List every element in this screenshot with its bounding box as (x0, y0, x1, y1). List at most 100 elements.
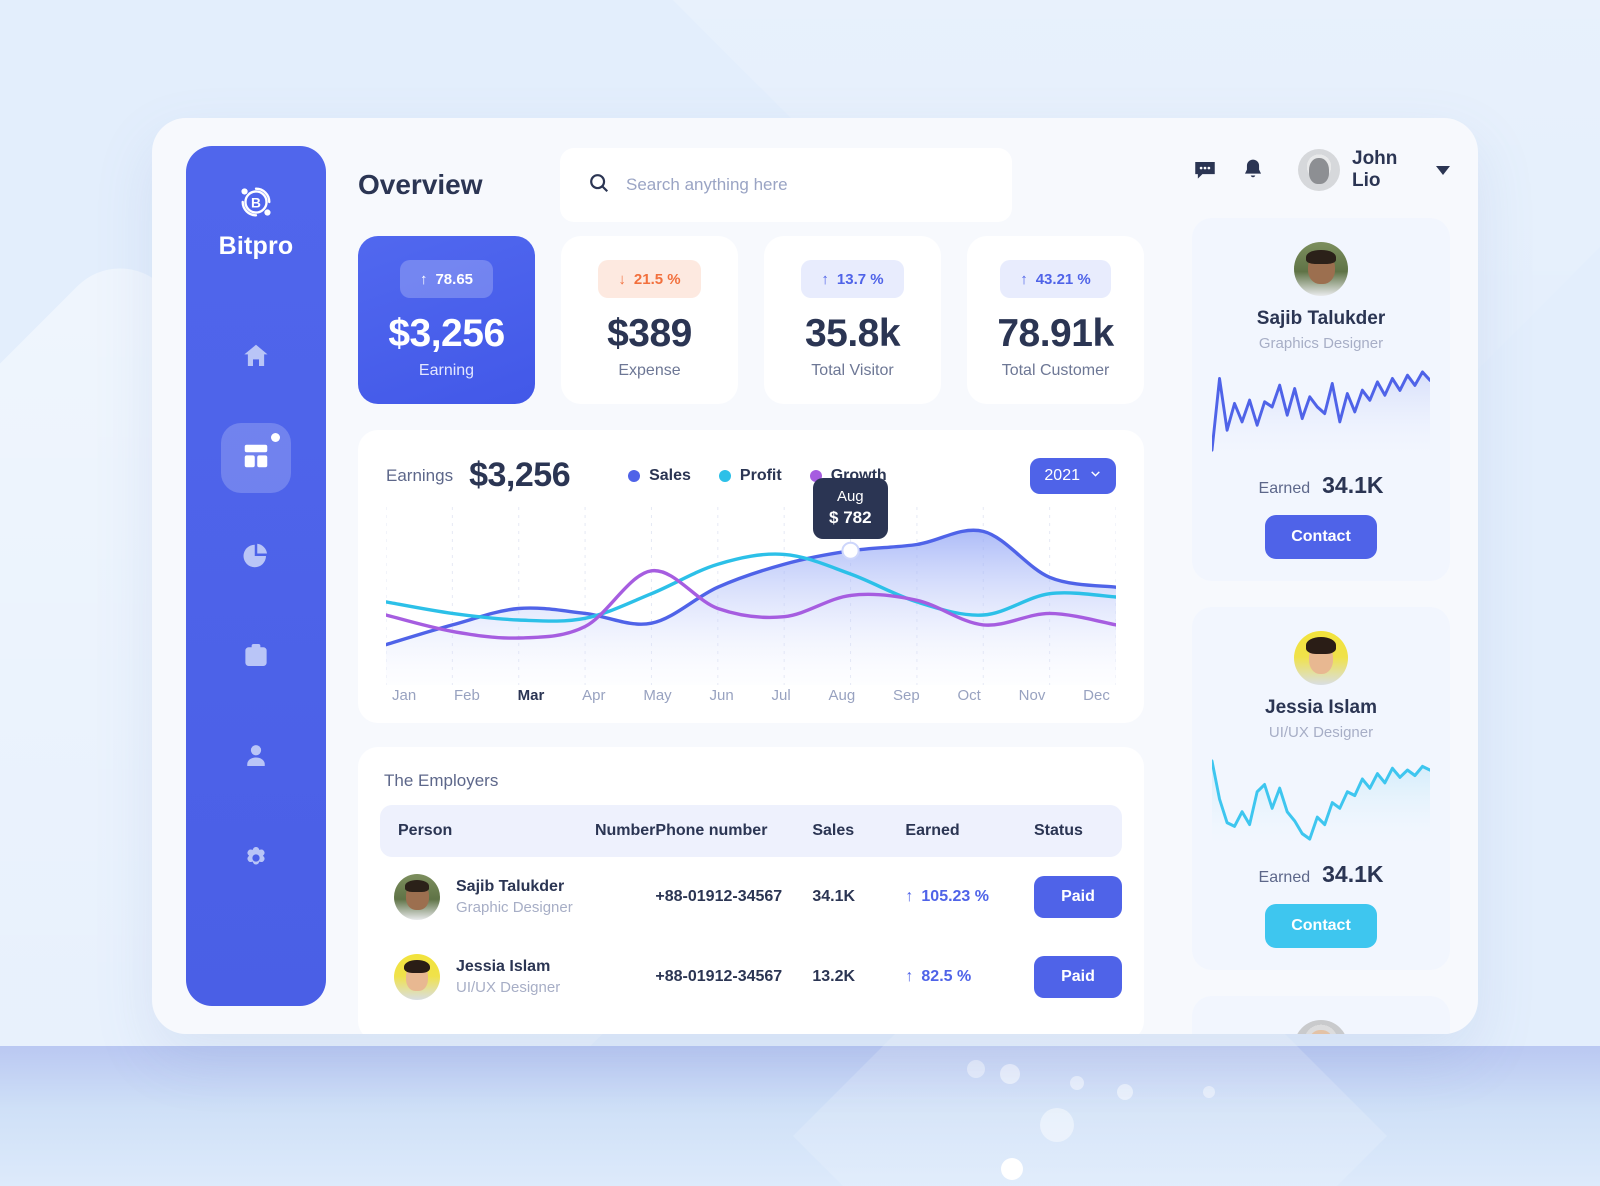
dashboard-icon (241, 441, 271, 476)
chart-x-label-dec: Dec (1083, 687, 1110, 704)
stat-value-total-visitor: 35.8k (804, 312, 901, 355)
year-selector[interactable]: 2021 (1030, 457, 1116, 494)
avatar (394, 874, 440, 920)
sidebar-item-dashboard[interactable] (221, 423, 291, 493)
column-sales: Sales (812, 822, 855, 839)
chart-marker-aug[interactable] (841, 541, 860, 560)
column-person: Person (398, 822, 453, 839)
tooltip-value: $ 782 (829, 508, 872, 528)
bitcoin-orbit-icon: B (234, 180, 278, 224)
legend-dot-sales (628, 469, 641, 482)
chart-plot-area: Aug $ 782 Jan Feb Mar Apr May Jun Jul Au… (386, 477, 1116, 713)
pie-chart-icon (241, 541, 271, 576)
sidebar-item-tasks[interactable] (221, 623, 291, 693)
legend-item-sales[interactable]: Sales (628, 467, 691, 485)
chart-label: Earnings (386, 465, 454, 485)
status-paid-button[interactable]: Paid (1034, 956, 1122, 998)
avatar (1294, 1020, 1348, 1034)
row-person-role: UI/UX Designer (456, 979, 561, 996)
arrow-up-icon: ↑ (905, 888, 914, 905)
home-icon (241, 341, 271, 376)
arrow-up-icon: ↑ (1020, 270, 1028, 288)
legend-dot-profit (718, 469, 731, 482)
search-input[interactable] (626, 175, 984, 195)
stat-card-total-customer[interactable]: ↑ 43.21 % 78.91k Total Customer (967, 236, 1144, 404)
row-sales: 13.2K (812, 968, 856, 985)
arrow-up-icon: ↑ (905, 968, 914, 985)
sidebar: B Bitpro (186, 146, 326, 1006)
chevron-down-icon (1089, 467, 1102, 485)
contact-button[interactable]: Contact (1265, 515, 1377, 559)
chat-bubble-icon[interactable] (1192, 157, 1218, 183)
avatar (1294, 631, 1348, 685)
stat-card-expense[interactable]: ↓ 21.5 % $389 Expense (561, 236, 738, 404)
profile-earned-label: Earned (1258, 480, 1311, 497)
table-row[interactable]: Jessia Islam UI/UX Designer +88-01912-34… (380, 937, 1122, 1017)
avatar (1298, 149, 1340, 191)
sidebar-item-home[interactable] (221, 323, 291, 393)
contact-button[interactable]: Contact (1265, 904, 1377, 948)
stat-label-expense: Expense (618, 362, 681, 379)
chart-x-label-oct: Oct (957, 687, 981, 704)
chart-x-label-jan: Jan (392, 687, 417, 704)
right-panel: John Lio Sajib Talukder Graphics Designe… (1178, 118, 1478, 1034)
profile-card-name: Jessia Islam (1265, 697, 1377, 718)
stat-cards: ↑ 78.65 $3,256 Earning ↓ 21.5 % $389 Exp… (358, 236, 1178, 404)
chart-x-label-feb: Feb (454, 687, 480, 704)
bell-icon[interactable] (1240, 157, 1266, 183)
tooltip-month: Aug (836, 487, 864, 505)
profile-sparkline (1212, 755, 1430, 851)
stat-badge-expense: ↓ 21.5 % (598, 260, 701, 298)
sidebar-nav (186, 323, 326, 893)
profile-card-jessia[interactable]: Jessia Islam UI/UX Designer Earned 34.1K… (1192, 607, 1450, 970)
user-icon (241, 741, 271, 776)
arrow-down-icon: ↓ (618, 270, 626, 288)
chart-x-label-nov: Nov (1018, 687, 1046, 704)
sidebar-item-settings[interactable] (221, 823, 291, 893)
row-earned: ↑ 105.23 % (905, 888, 989, 905)
page-title: Overview (358, 169, 483, 200)
table-row[interactable]: Sajib Talukder Graphic Designer +88-0191… (380, 857, 1122, 937)
search-icon (588, 172, 610, 199)
chart-x-label-sep: Sep (893, 687, 920, 704)
profile-earned-row: Earned 34.1K (1212, 472, 1430, 499)
employers-table: Person Number Phone number Sales Earned … (380, 805, 1122, 1017)
employers-card: The Employers Person Number Phone number… (358, 747, 1144, 1034)
profile-card-sajib[interactable]: Sajib Talukder Graphics Designer Earned … (1192, 218, 1450, 581)
row-earned: ↑ 82.5 % (905, 968, 972, 985)
chart-tooltip: Aug $ 782 (813, 477, 888, 539)
chart-x-label-mar: Mar (517, 687, 545, 704)
profile-card-third[interactable] (1192, 996, 1450, 1034)
stat-label-total-visitor: Total Visitor (811, 362, 894, 379)
row-phone: +88-01912-34567 (655, 968, 783, 985)
status-paid-button[interactable]: Paid (1034, 876, 1122, 918)
sidebar-item-profile[interactable] (221, 723, 291, 793)
row-person-name: Sajib Talukder (456, 878, 565, 895)
chart-x-axis-labels: Jan Feb Mar Apr May Jun Jul Aug Sep Oct Nov Dec (386, 687, 1116, 704)
app-window: B Bitpro Overview Search anything here ↑… (152, 118, 1478, 1034)
legend-item-profit[interactable]: Profit (718, 467, 782, 485)
account-menu[interactable]: John Lio (1298, 148, 1450, 192)
profile-earned-label: Earned (1258, 869, 1311, 886)
sidebar-dashboard-badge (271, 433, 280, 442)
stat-badge-total-visitor: ↑ 13.7 % (801, 260, 904, 298)
row-status: Paid (1034, 937, 1122, 1017)
avatar (394, 954, 440, 1000)
chart-svg (386, 507, 1116, 685)
stat-card-total-visitor[interactable]: ↑ 13.7 % 35.8k Total Visitor (764, 236, 941, 404)
row-person-cell: Sajib Talukder Graphic Designer (380, 857, 655, 937)
employers-title: The Employers (384, 771, 499, 790)
employers-table-body: Sajib Talukder Graphic Designer +88-0191… (380, 857, 1122, 1017)
brand-name: Bitpro (218, 232, 294, 260)
row-person-name: Jessia Islam (456, 958, 551, 975)
stat-value-earning: $3,256 (388, 312, 505, 355)
row-sales: 34.1K (812, 888, 856, 905)
search-bar[interactable] (560, 148, 1012, 222)
stat-card-earning[interactable]: ↑ 78.65 $3,256 Earning (358, 236, 535, 404)
earnings-chart-card: Earnings $3,256 Sales Profit Growth 2021… (358, 430, 1144, 723)
employers-table-head: Person Number Phone number Sales Earned … (380, 805, 1122, 857)
column-phone: Phone number (655, 822, 768, 839)
sidebar-item-analytics[interactable] (221, 523, 291, 593)
stat-label-total-customer: Total Customer (1001, 362, 1110, 379)
profile-earned-row: Earned 34.1K (1212, 861, 1430, 888)
